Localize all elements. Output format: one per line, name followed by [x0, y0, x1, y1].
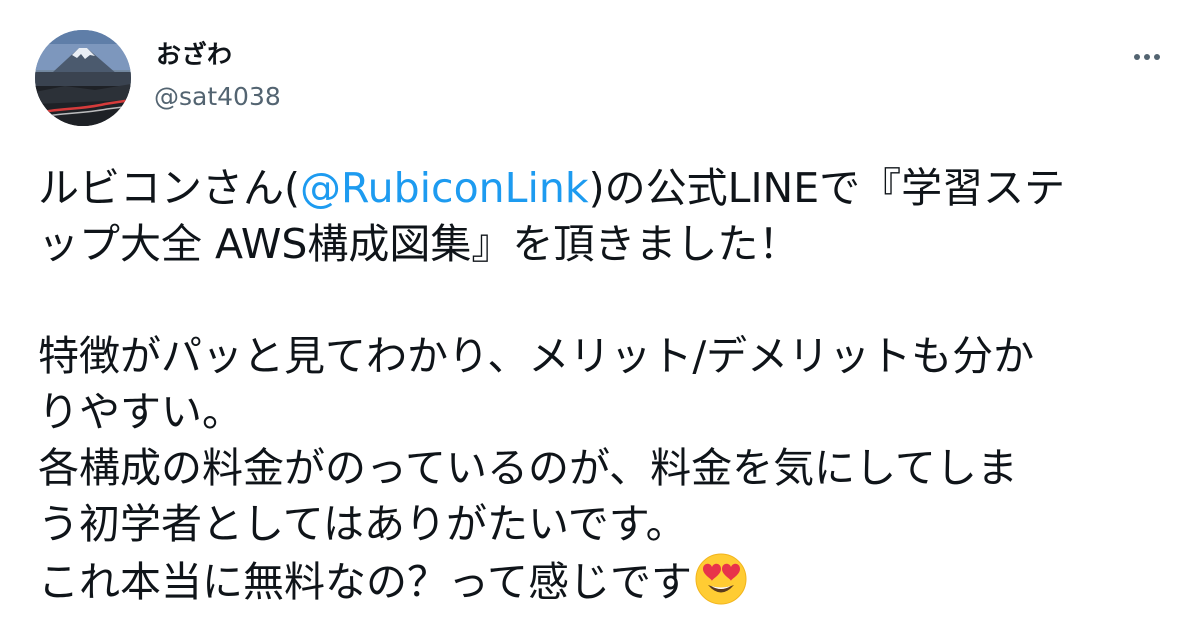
tweet-text-segment: ルビコンさん(: [38, 164, 300, 212]
tweet-line: 特徴がパッと見てわかり、メリット/デメリットも分か: [38, 332, 1035, 380]
display-name[interactable]: おざわ: [156, 38, 233, 72]
tweet-line: 各構成の料金がのっているのが、料金を気にしてしま: [38, 444, 1018, 492]
tweet-text-segment: )の公式LINEで『学習ステ: [588, 164, 1066, 212]
tweet-card: おざわ @sat4038 ルビコンさん(@RubiconLink)の公式LINE…: [0, 0, 1190, 626]
tweet-text-segment: これ本当に無料なの？って感じです: [38, 558, 692, 606]
more-dot: [1134, 54, 1140, 60]
more-horizontal-icon[interactable]: [1128, 44, 1166, 70]
mount-fuji-photo: [35, 30, 131, 126]
more-dot: [1154, 54, 1160, 60]
more-dot: [1144, 54, 1150, 60]
avatar[interactable]: [35, 30, 131, 126]
tweet-text: ルビコンさん(@RubiconLink)の公式LINEで『学習ステ ップ大全 A…: [38, 160, 1158, 608]
tweet-line: ルビコンさん(@RubiconLink)の公式LINEで『学習ステ: [38, 160, 1158, 216]
user-handle[interactable]: @sat4038: [154, 80, 281, 114]
tweet-line: う初学者としてはありがたいです。: [38, 500, 687, 548]
mention-link[interactable]: @RubiconLink: [300, 164, 589, 212]
tweet-line: これ本当に無料なの？って感じです: [38, 552, 1158, 608]
tweet-line: りやすい。: [38, 388, 243, 436]
tweet-line: ップ大全 AWS構成図集』を頂きました！: [38, 220, 800, 268]
heart-eyes-emoji-icon: [694, 552, 748, 606]
